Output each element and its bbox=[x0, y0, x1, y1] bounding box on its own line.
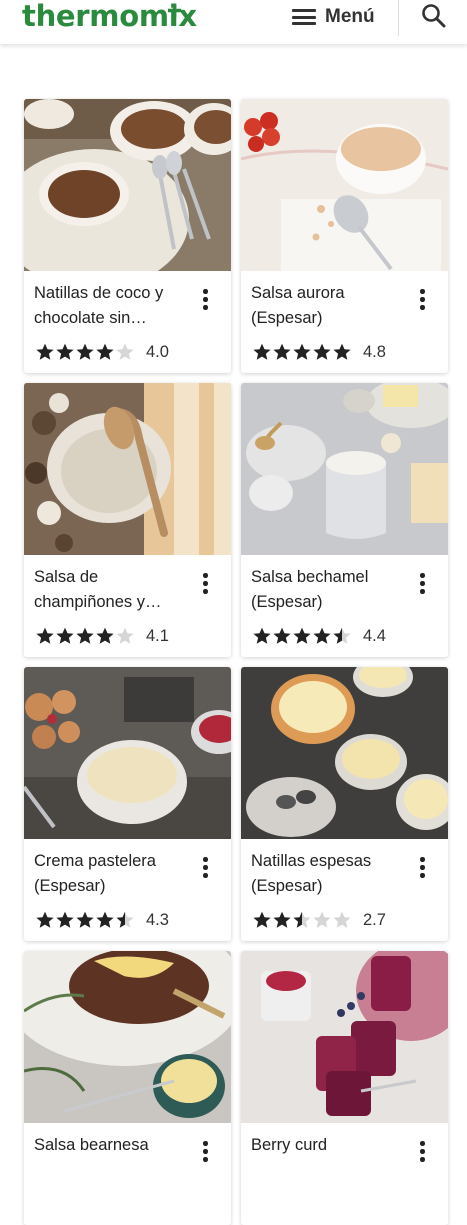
star-icon bbox=[56, 343, 74, 360]
recipe-title[interactable]: Natillas espesas (Espesar) bbox=[251, 849, 411, 899]
star-icon bbox=[116, 627, 134, 644]
rating-stars bbox=[35, 342, 135, 362]
star-icon bbox=[313, 627, 331, 644]
star-icon bbox=[253, 627, 271, 644]
recipe-image[interactable] bbox=[241, 951, 448, 1123]
recipe-image[interactable] bbox=[24, 383, 231, 555]
more-options-icon[interactable] bbox=[194, 855, 216, 883]
star-icon bbox=[253, 343, 271, 360]
star-icon bbox=[313, 911, 331, 928]
recipe-card[interactable]: Salsa bearnesa bbox=[24, 951, 231, 1225]
star-icon bbox=[116, 343, 134, 360]
more-options-icon[interactable] bbox=[411, 1139, 433, 1167]
star-icon bbox=[36, 343, 54, 360]
star-icon bbox=[333, 911, 351, 928]
recipe-card[interactable]: Salsa de champiñones y… 4.1 bbox=[24, 383, 231, 657]
star-icon bbox=[56, 911, 74, 928]
search-button[interactable] bbox=[420, 2, 448, 30]
star-icon bbox=[293, 343, 311, 360]
recipe-card[interactable]: Natillas espesas (Espesar) 2.7 bbox=[241, 667, 448, 941]
star-icon bbox=[56, 627, 74, 644]
star-icon bbox=[76, 627, 94, 644]
recipe-rating: 2.7 bbox=[252, 910, 386, 930]
star-icon bbox=[293, 911, 311, 928]
recipe-image[interactable] bbox=[24, 951, 231, 1123]
recipe-rating: 4.1 bbox=[35, 626, 169, 646]
star-icon bbox=[293, 627, 311, 644]
top-header: thermomix ✚ Menú bbox=[0, 0, 467, 44]
header-divider bbox=[398, 0, 399, 36]
star-icon bbox=[333, 343, 351, 360]
recipe-rating: 4.3 bbox=[35, 910, 169, 930]
rating-value: 2.7 bbox=[363, 910, 386, 929]
recipe-image[interactable] bbox=[24, 99, 231, 271]
recipe-image[interactable] bbox=[241, 99, 448, 271]
star-icon bbox=[253, 911, 271, 928]
rating-stars bbox=[35, 910, 135, 930]
star-icon bbox=[313, 343, 331, 360]
recipe-title[interactable]: Crema pastelera (Espesar) bbox=[34, 849, 194, 899]
recipe-title[interactable]: Salsa bearnesa bbox=[34, 1133, 194, 1183]
search-icon bbox=[422, 4, 446, 28]
rating-stars bbox=[252, 342, 352, 362]
star-icon bbox=[76, 911, 94, 928]
recipe-title[interactable]: Natillas de coco y chocolate sin… bbox=[34, 281, 194, 331]
star-icon bbox=[116, 911, 134, 928]
recipe-image[interactable] bbox=[24, 667, 231, 839]
star-icon bbox=[96, 911, 114, 928]
more-options-icon[interactable] bbox=[411, 855, 433, 883]
rating-value: 4.1 bbox=[146, 626, 169, 645]
recipe-card[interactable]: Salsa aurora (Espesar) 4.8 bbox=[241, 99, 448, 373]
menu-label: Menú bbox=[325, 6, 375, 27]
more-options-icon[interactable] bbox=[194, 1139, 216, 1167]
recipe-image[interactable] bbox=[241, 667, 448, 839]
star-icon bbox=[96, 343, 114, 360]
logo-plus-mark: ✚ bbox=[167, 1, 182, 22]
menu-button[interactable]: Menú bbox=[292, 3, 375, 31]
rating-stars bbox=[35, 626, 135, 646]
star-icon bbox=[333, 627, 351, 644]
star-icon bbox=[273, 627, 291, 644]
star-icon bbox=[76, 343, 94, 360]
thermomix-logo[interactable]: thermomix ✚ bbox=[22, 0, 197, 32]
rating-value: 4.3 bbox=[146, 910, 169, 929]
recipe-title[interactable]: Salsa bechamel (Espesar) bbox=[251, 565, 411, 615]
rating-value: 4.0 bbox=[146, 342, 169, 361]
recipe-rating: 4.8 bbox=[252, 342, 386, 362]
recipe-card[interactable]: Crema pastelera (Espesar) 4.3 bbox=[24, 667, 231, 941]
star-icon bbox=[273, 343, 291, 360]
rating-stars bbox=[252, 910, 352, 930]
recipe-title[interactable]: Salsa de champiñones y… bbox=[34, 565, 194, 615]
recipe-rating: 4.4 bbox=[252, 626, 386, 646]
rating-value: 4.4 bbox=[363, 626, 386, 645]
rating-value: 4.8 bbox=[363, 342, 386, 361]
recipe-title[interactable]: Salsa aurora (Espesar) bbox=[251, 281, 411, 331]
more-options-icon[interactable] bbox=[411, 571, 433, 599]
recipe-card[interactable]: Natillas de coco y chocolate sin… 4.0 bbox=[24, 99, 231, 373]
recipe-card[interactable]: Berry curd bbox=[241, 951, 448, 1225]
star-icon bbox=[36, 627, 54, 644]
rating-stars bbox=[252, 626, 352, 646]
star-icon bbox=[96, 627, 114, 644]
star-icon bbox=[36, 911, 54, 928]
more-options-icon[interactable] bbox=[194, 571, 216, 599]
hamburger-menu-icon bbox=[292, 9, 316, 25]
more-options-icon[interactable] bbox=[411, 287, 433, 315]
recipe-rating: 4.0 bbox=[35, 342, 169, 362]
more-options-icon[interactable] bbox=[194, 287, 216, 315]
recipe-card[interactable]: Salsa bechamel (Espesar) 4.4 bbox=[241, 383, 448, 657]
recipe-title[interactable]: Berry curd bbox=[251, 1133, 411, 1183]
recipe-image[interactable] bbox=[241, 383, 448, 555]
star-icon bbox=[273, 911, 291, 928]
